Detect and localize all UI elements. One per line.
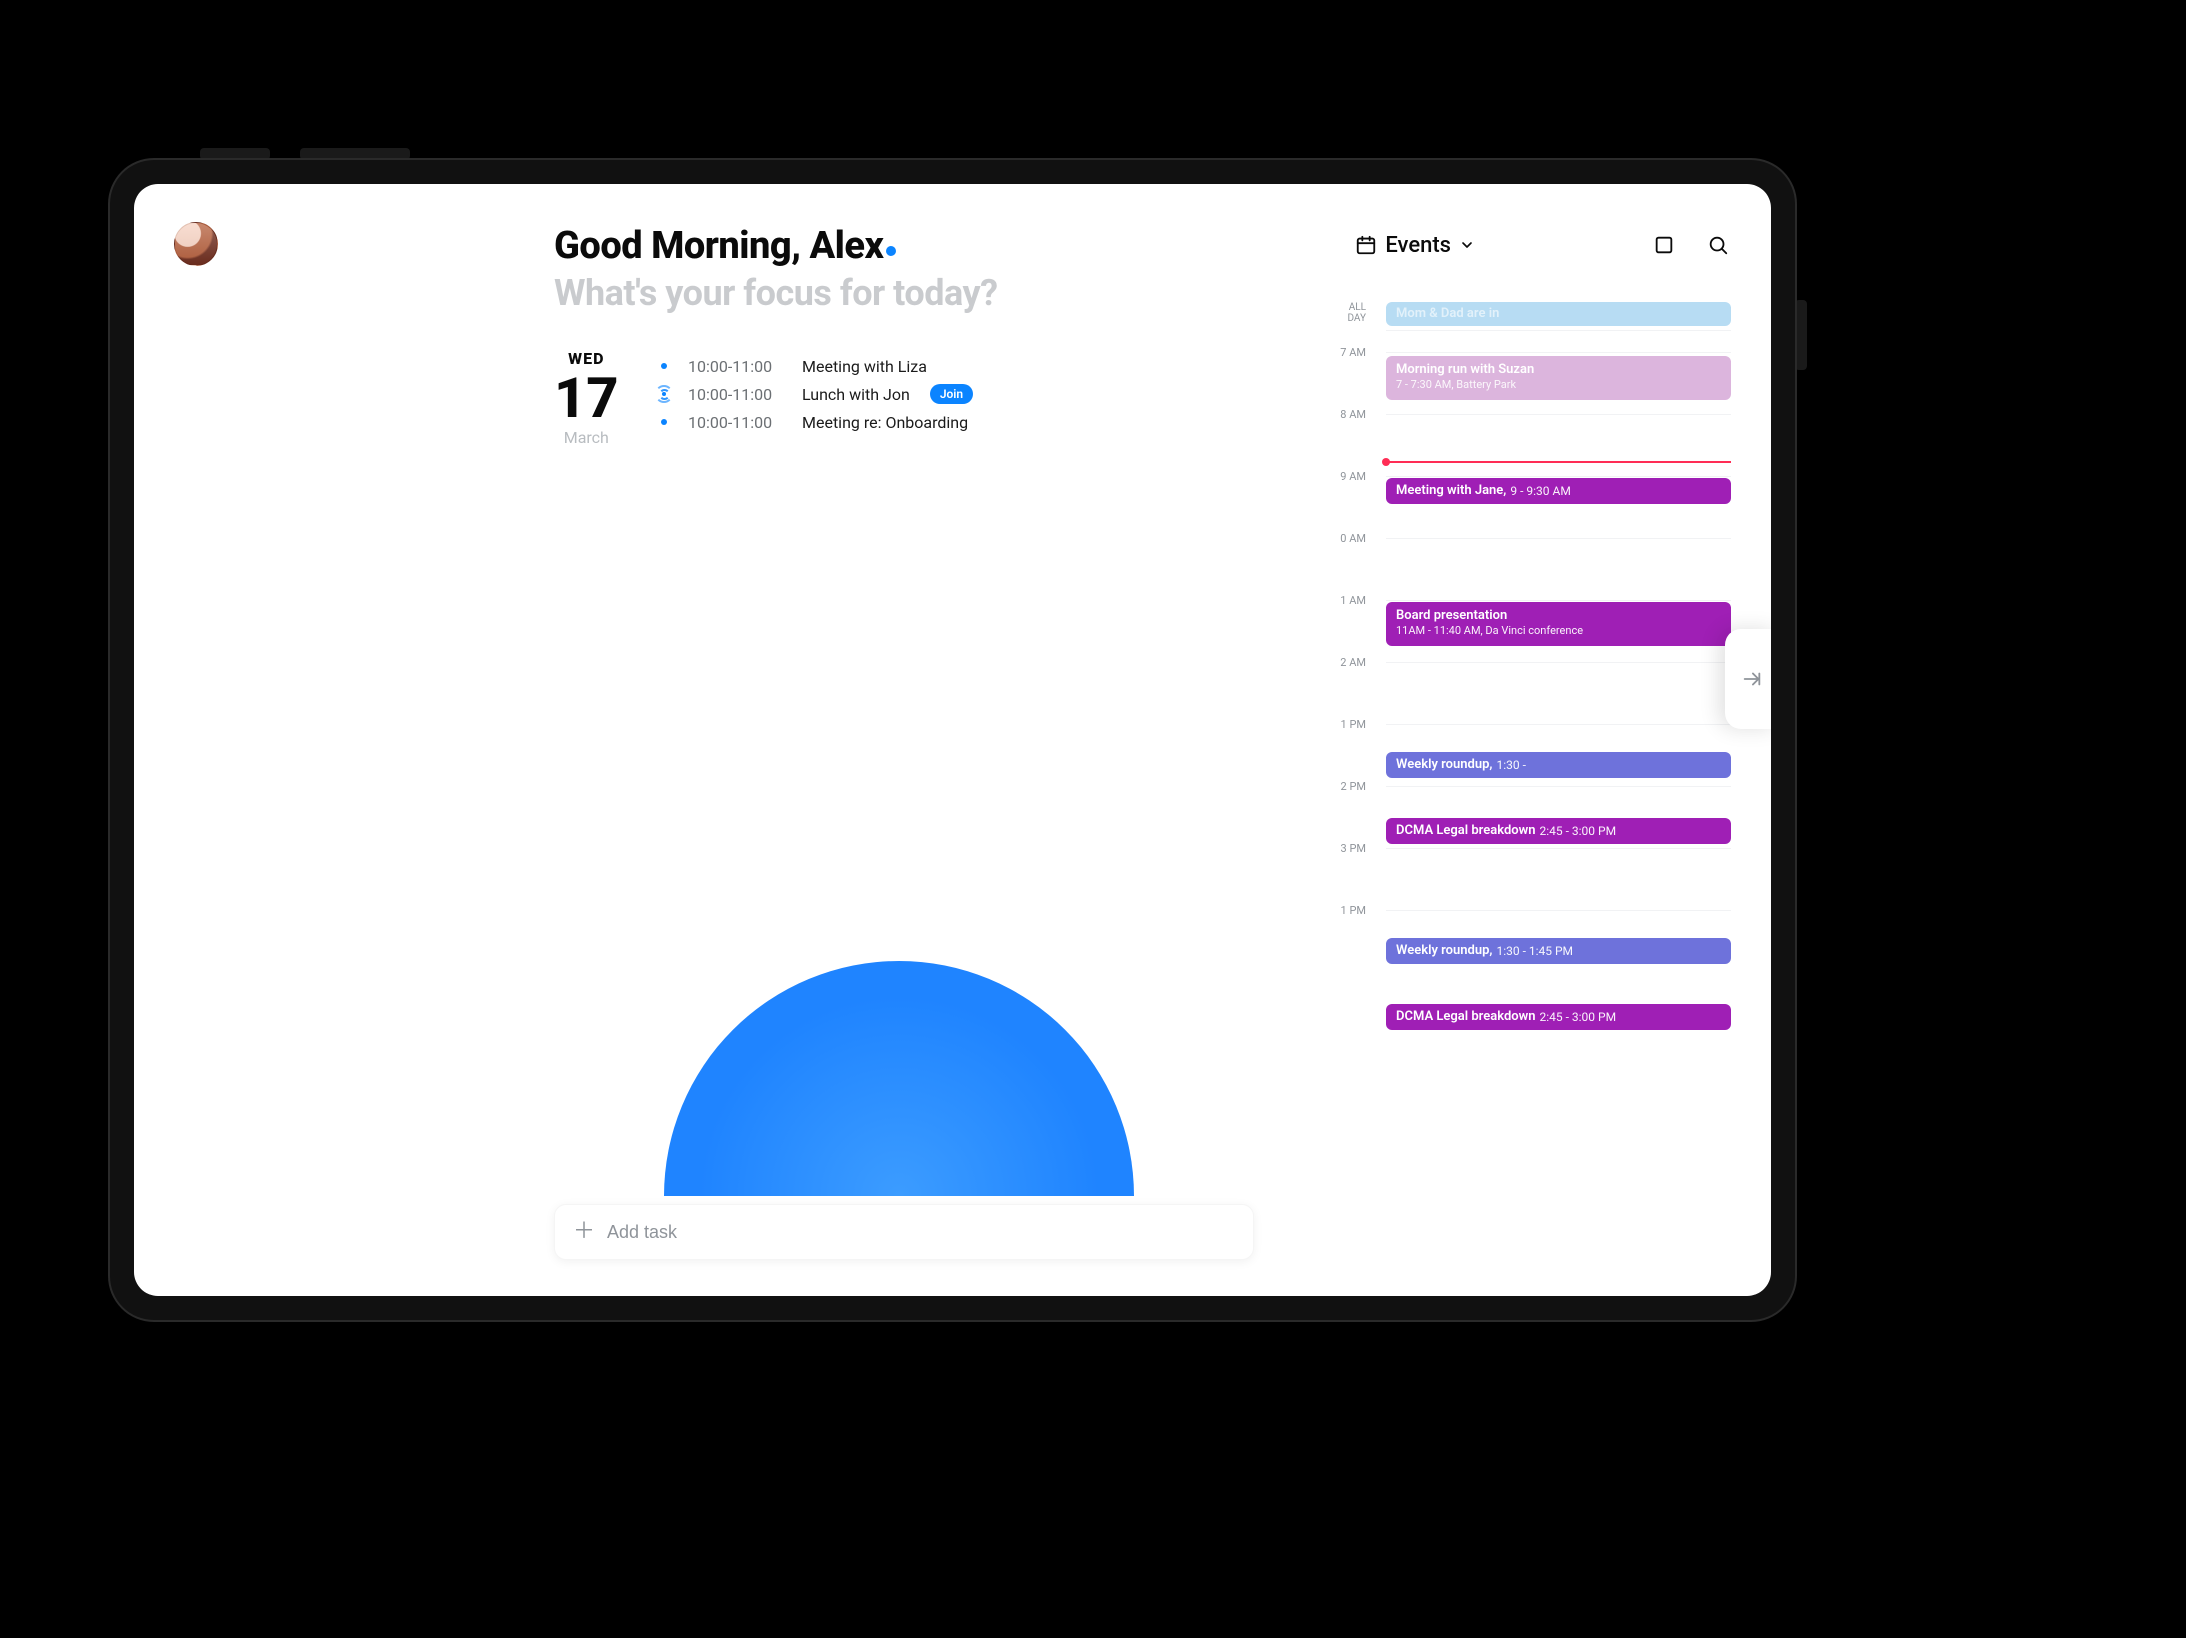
hour-label: 1 PM xyxy=(1326,718,1366,731)
hour-label: 9 AM xyxy=(1326,470,1366,483)
layout-toggle-button[interactable] xyxy=(1651,232,1677,258)
separator xyxy=(1386,724,1731,725)
calendar-event[interactable]: Morning run with Suzan7 - 7:30 AM, Batte… xyxy=(1386,356,1731,400)
separator xyxy=(1386,848,1731,849)
hour-label: 2 AM xyxy=(1326,656,1366,669)
allday-event[interactable]: Mom & Dad are in xyxy=(1386,302,1731,326)
calendar-event[interactable]: DCMA Legal breakdown 2:45 - 3:00 PM xyxy=(1386,818,1731,844)
timeline: ALL DAY 7 AM 8 AM 9 AM 0 AM 1 AM 2 AM 1 PM 2 PM… xyxy=(1326,296,1731,1256)
timeline-tracks[interactable]: Mom & Dad are in Morning run with Suzan7 … xyxy=(1386,296,1731,1256)
arrow-right-icon xyxy=(1741,668,1763,690)
agenda-row[interactable]: 10:00-11:00 Meeting with Liza xyxy=(654,352,973,380)
agenda-title: Meeting re: Onboarding xyxy=(802,413,968,432)
separator xyxy=(1386,662,1731,663)
toolbar: Events xyxy=(1355,224,1731,258)
calendar-event[interactable]: Meeting with Jane, 9 - 9:30 AM xyxy=(1386,478,1731,504)
agenda-list: 10:00-11:00 Meeting with Liza 10:00-11:00 L… xyxy=(654,352,973,436)
search-icon xyxy=(1707,234,1729,256)
events-label: Events xyxy=(1385,233,1451,258)
hour-label: 7 AM xyxy=(1326,346,1366,359)
chevron-down-icon xyxy=(1459,237,1475,253)
plus-icon: ＋ xyxy=(573,1221,595,1243)
tablet-button xyxy=(1795,300,1807,370)
hour-label: 8 AM xyxy=(1326,408,1366,421)
hour-label: 1 PM xyxy=(1326,904,1366,917)
date-block: WED 17 March xyxy=(554,349,619,447)
allday-label: ALL DAY xyxy=(1326,302,1366,324)
tablet-frame: Good Morning, Alex What's your focus for… xyxy=(110,160,1795,1320)
tablet-button xyxy=(200,148,270,160)
separator xyxy=(1386,414,1731,415)
calendar-event[interactable]: Weekly roundup, 1:30 - xyxy=(1386,752,1731,778)
join-button[interactable]: Join xyxy=(930,384,973,404)
calendar-event[interactable]: Weekly roundup, 1:30 - 1:45 PM xyxy=(1386,938,1731,964)
search-button[interactable] xyxy=(1705,232,1731,258)
sun-shape xyxy=(664,961,1134,1196)
live-indicator-icon xyxy=(654,384,674,404)
separator xyxy=(1386,910,1731,911)
next-day-tab[interactable] xyxy=(1725,629,1771,729)
allday-label-1: ALL xyxy=(1326,302,1366,313)
hour-label: 2 PM xyxy=(1326,780,1366,793)
hour-label: 0 AM xyxy=(1326,532,1366,545)
calendar-event[interactable]: DCMA Legal breakdown 2:45 - 3:00 PM xyxy=(1386,1004,1731,1030)
square-icon xyxy=(1653,234,1675,256)
greeting: Good Morning, Alex xyxy=(554,224,998,268)
hour-label: 1 AM xyxy=(1326,594,1366,607)
separator xyxy=(1386,476,1731,477)
now-indicator xyxy=(1386,461,1731,463)
sunrise-illustration xyxy=(664,961,1134,1196)
title-block: Good Morning, Alex What's your focus for… xyxy=(554,224,998,314)
agenda-title: Meeting with Liza xyxy=(802,357,927,376)
agenda-time: 10:00-11:00 xyxy=(688,357,788,376)
calendar-icon xyxy=(1355,234,1377,256)
bullet-icon xyxy=(654,363,674,369)
tablet-shadow xyxy=(260,1300,1640,1520)
separator xyxy=(1386,600,1731,601)
day-number: 17 xyxy=(554,370,619,426)
hour-label: 3 PM xyxy=(1326,842,1366,855)
subtitle: What's your focus for today? xyxy=(554,272,998,314)
app-screen: Good Morning, Alex What's your focus for… xyxy=(134,184,1771,1296)
separator xyxy=(1386,330,1731,331)
agenda-title: Lunch with Jon xyxy=(802,385,910,404)
agenda-row[interactable]: 10:00-11:00 Meeting re: Onboarding xyxy=(654,408,973,436)
accent-dot-icon xyxy=(886,246,896,256)
separator xyxy=(1386,786,1731,787)
events-dropdown[interactable]: Events xyxy=(1355,233,1475,258)
separator xyxy=(1386,538,1731,539)
greeting-text: Good Morning, Alex xyxy=(554,224,884,268)
tablet-button xyxy=(300,148,410,160)
avatar[interactable] xyxy=(174,222,218,266)
add-task-input[interactable] xyxy=(607,1222,1235,1243)
separator xyxy=(1386,352,1731,353)
agenda-time: 10:00-11:00 xyxy=(688,385,788,404)
agenda-time: 10:00-11:00 xyxy=(688,413,788,432)
add-task-bar[interactable]: ＋ xyxy=(554,1204,1254,1260)
calendar-event[interactable]: Board presentation11AM - 11:40 AM, Da Vi… xyxy=(1386,602,1731,646)
allday-label-2: DAY xyxy=(1326,313,1366,324)
bullet-icon xyxy=(654,419,674,425)
agenda-row[interactable]: 10:00-11:00 Lunch with Jon Join xyxy=(654,380,973,408)
